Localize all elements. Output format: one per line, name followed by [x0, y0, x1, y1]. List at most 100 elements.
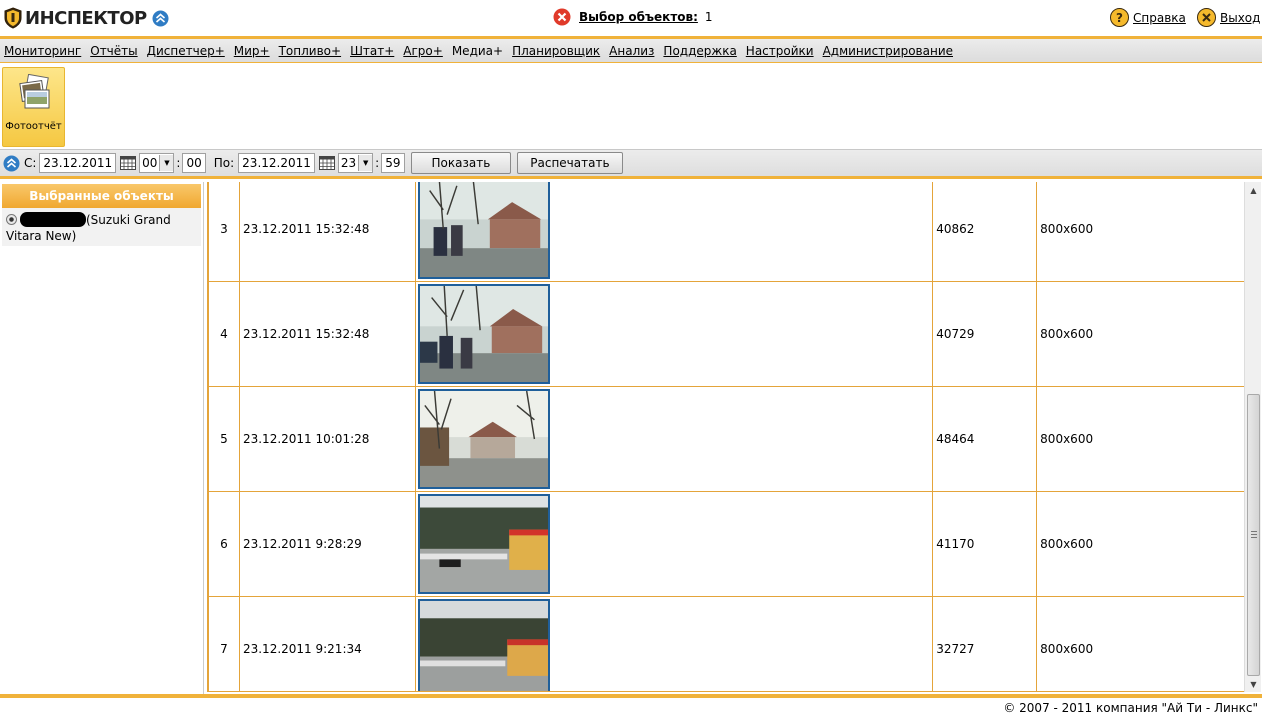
photo-cell	[414, 182, 934, 282]
grip-icon	[1251, 531, 1257, 538]
menu-item-monitoring[interactable]: Мониторинг	[4, 44, 81, 58]
table-row: 4 23.12.2011 15:32:48 40729 800x600	[208, 281, 1244, 387]
exit-link-group[interactable]: Выход	[1197, 8, 1260, 27]
photo-file-size: 48464	[932, 386, 1038, 492]
menu-item-planner[interactable]: Планировщик	[512, 44, 600, 58]
photo-datetime: 23.12.2011 9:21:34	[238, 596, 416, 691]
photo-report-button[interactable]: Фотоотчёт	[2, 67, 65, 147]
to-minute-input[interactable]: 59	[381, 153, 405, 173]
table-row: 7 23.12.2011 9:21:34 32727 800x600	[208, 596, 1244, 692]
vertical-scrollbar[interactable]: ▲ ▼	[1244, 182, 1261, 692]
selected-objects-panel: Выбранные объекты (Suzuki Grand Vitara N…	[0, 182, 204, 694]
photo-cell	[414, 281, 934, 387]
photo-cell	[414, 491, 934, 597]
object-selection-link[interactable]: Выбор объектов:	[579, 10, 698, 24]
from-hour-value: 00	[142, 156, 158, 170]
exit-icon[interactable]	[1197, 8, 1216, 27]
date-filter-bar: С: 23.12.2011 00 ▼ : 00 По: 23.12.2011 2…	[0, 149, 1262, 179]
svg-text:?: ?	[1116, 11, 1123, 25]
photo-datetime: 23.12.2011 15:32:48	[238, 281, 416, 387]
redacted-plate	[20, 212, 86, 227]
selected-objects-title: Выбранные объекты	[2, 184, 201, 208]
photo-cell	[414, 596, 934, 692]
photo-resolution: 800x600	[1036, 386, 1244, 492]
menu-item-analysis[interactable]: Анализ	[609, 44, 654, 58]
row-number: 4	[208, 281, 240, 387]
to-date-input[interactable]: 23.12.2011	[238, 153, 315, 173]
menu-item-staff[interactable]: Штат+	[350, 44, 394, 58]
logo-text: ИНСПЕКТОР	[25, 7, 147, 29]
photo-file-size: 41170	[932, 491, 1038, 597]
photo-file-size: 40862	[932, 182, 1038, 282]
help-icon[interactable]: ?	[1110, 8, 1129, 27]
time-separator: :	[176, 156, 181, 170]
photo-thumbnail[interactable]	[417, 599, 550, 692]
menu-item-agro[interactable]: Агро+	[403, 44, 443, 58]
selected-object-item[interactable]: (Suzuki Grand Vitara New)	[2, 208, 201, 246]
scroll-up-icon[interactable]: ▲	[1245, 182, 1262, 198]
photos-icon	[19, 74, 50, 109]
photo-file-size: 40729	[932, 281, 1038, 387]
scrollbar-thumb[interactable]	[1247, 394, 1260, 676]
menu-item-dispatcher[interactable]: Диспетчер+	[147, 44, 225, 58]
menu-item-administration[interactable]: Администрирование	[823, 44, 953, 58]
shield-icon	[4, 7, 22, 29]
photo-datetime: 23.12.2011 10:01:28	[238, 386, 416, 492]
to-hour-value: 23	[340, 156, 357, 170]
help-link[interactable]: Справка	[1133, 11, 1186, 25]
chevron-down-icon[interactable]: ▼	[159, 155, 174, 171]
app-header: ИНСПЕКТОР Выбор объектов: 1 ? Справка Вы…	[0, 0, 1262, 36]
from-date-input[interactable]: 23.12.2011	[39, 153, 117, 173]
row-number: 7	[208, 596, 240, 691]
photo-thumbnail[interactable]	[417, 494, 550, 594]
calendar-icon[interactable]	[120, 156, 137, 170]
collapse-toolbar-icon[interactable]	[3, 155, 20, 172]
chevron-down-icon[interactable]: ▼	[358, 155, 373, 171]
selection-count: 1	[704, 10, 713, 24]
print-button[interactable]: Распечатать	[517, 152, 623, 174]
menu-item-world[interactable]: Мир+	[234, 44, 270, 58]
help-link-group[interactable]: ? Справка	[1110, 8, 1186, 27]
photo-resolution: 800x600	[1036, 596, 1244, 691]
copyright-text: © 2007 - 2011 компания "Ай Ти - Линкс"	[1003, 701, 1258, 715]
toolbar-ribbon: Фотоотчёт	[0, 64, 1262, 149]
time-separator: :	[375, 156, 380, 170]
menu-item-reports[interactable]: Отчёты	[90, 44, 137, 58]
clear-selection-icon[interactable]	[553, 8, 571, 26]
to-hour-select[interactable]: 23 ▼	[337, 153, 374, 173]
app-logo[interactable]: ИНСПЕКТОР	[4, 6, 169, 30]
from-hour-select[interactable]: 00 ▼	[139, 153, 175, 173]
table-row: 5 23.12.2011 10:01:28 48464 800x600	[208, 386, 1244, 492]
photo-report-table: 3 23.12.2011 15:32:48 40862 800x600 4 23…	[207, 182, 1244, 692]
menu-item-settings[interactable]: Настройки	[746, 44, 814, 58]
to-label: По:	[213, 156, 235, 170]
photo-thumbnail[interactable]	[417, 182, 550, 279]
photo-thumbnail[interactable]	[417, 284, 550, 384]
table-row: 6 23.12.2011 9:28:29 41170 800x600	[208, 491, 1244, 597]
photo-thumbnail[interactable]	[417, 389, 550, 489]
calendar-icon[interactable]	[318, 156, 335, 170]
menu-item-media[interactable]: Медиа+	[452, 44, 503, 58]
footer-divider	[0, 694, 1262, 698]
scroll-down-icon[interactable]: ▼	[1245, 676, 1262, 692]
from-minute-input[interactable]: 00	[182, 153, 206, 173]
photo-resolution: 800x600	[1036, 491, 1244, 597]
row-number: 5	[208, 386, 240, 492]
menu-item-fuel[interactable]: Топливо+	[279, 44, 341, 58]
object-radio[interactable]	[6, 214, 17, 225]
photo-datetime: 23.12.2011 15:32:48	[238, 182, 416, 282]
from-label: С:	[24, 156, 37, 170]
photo-file-size: 32727	[932, 596, 1038, 691]
table-row: 3 23.12.2011 15:32:48 40862 800x600	[208, 182, 1244, 282]
collapse-header-icon[interactable]	[152, 10, 169, 27]
photo-resolution: 800x600	[1036, 182, 1244, 282]
menu-item-support[interactable]: Поддержка	[663, 44, 736, 58]
show-button[interactable]: Показать	[410, 152, 512, 174]
photo-cell	[414, 386, 934, 492]
row-number: 6	[208, 491, 240, 597]
object-selection-info: Выбор объектов: 1	[553, 8, 713, 26]
photo-datetime: 23.12.2011 9:28:29	[238, 491, 416, 597]
exit-link[interactable]: Выход	[1220, 11, 1260, 25]
photo-resolution: 800x600	[1036, 281, 1244, 387]
main-menu: Мониторинг Отчёты Диспетчер+ Мир+ Топлив…	[0, 39, 1262, 63]
